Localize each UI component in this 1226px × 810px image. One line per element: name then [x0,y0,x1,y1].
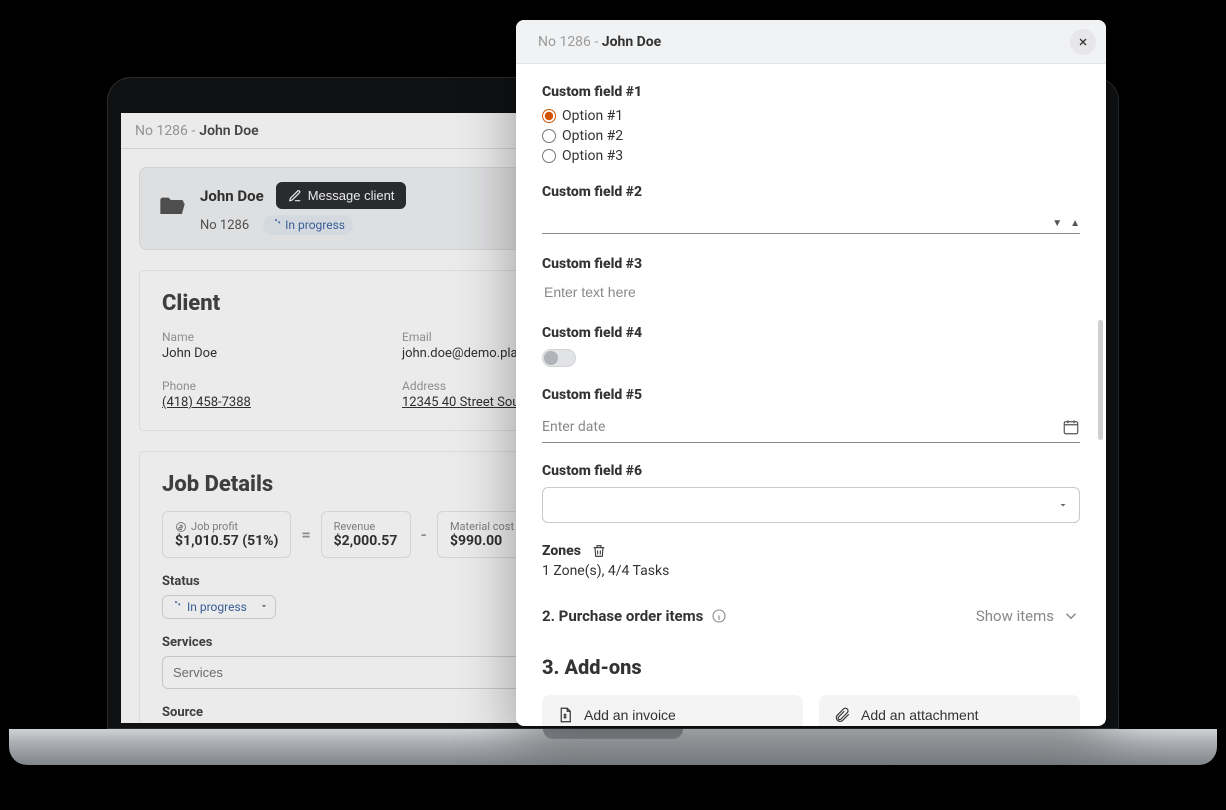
chevron-down-icon [1057,499,1069,511]
custom-field-2: Custom field #2 ▼ ▲ [542,184,1080,234]
stepper-down-icon[interactable]: ▼ [1052,218,1062,229]
zones-summary: 1 Zone(s), 4/4 Tasks [542,563,1080,579]
add-attachment-label: Add an attachment [861,707,979,723]
po-label: 2. Purchase order items [542,607,703,625]
cf1-option-1-label: Option #1 [562,108,623,124]
cf1-option-3-label: Option #3 [562,148,623,164]
calendar-icon [1062,418,1080,436]
add-invoice-label: Add an invoice [584,707,676,723]
cf1-radio-3[interactable] [542,149,556,163]
attachment-icon [833,706,851,724]
cf4-toggle[interactable] [542,349,576,367]
custom-field-5: Custom field #5 Enter date [542,387,1080,443]
panel-title-name: John Doe [602,34,661,50]
cf5-date-input[interactable]: Enter date [542,411,1080,443]
zones-label: Zones [542,543,581,559]
zones-header: Zones [542,543,1080,559]
close-panel-button[interactable] [1070,29,1096,55]
cf2-label: Custom field #2 [542,184,1080,200]
cf6-label: Custom field #6 [542,463,1080,479]
add-attachment-button[interactable]: Add an attachment [819,695,1080,726]
cf2-input[interactable]: ▼ ▲ [542,208,1080,234]
cf1-radio-2[interactable] [542,129,556,143]
panel-header: No 1286 - John Doe [516,20,1106,64]
cf1-radio-1[interactable] [542,109,556,123]
panel-title-prefix: No 1286 - [538,34,598,50]
custom-field-4: Custom field #4 [542,325,1080,367]
show-items-label: Show items [976,607,1054,625]
job-detail-panel: No 1286 - John Doe Custom field #1 Optio… [516,20,1106,726]
chevron-down-icon [1062,607,1080,625]
cf1-option-2-label: Option #2 [562,128,623,144]
cf3-input[interactable] [542,280,1080,305]
custom-field-6: Custom field #6 [542,463,1080,523]
cf1-option-2[interactable]: Option #2 [542,128,1080,144]
cf5-placeholder: Enter date [542,419,605,435]
info-icon[interactable] [711,608,727,624]
cf1-option-1[interactable]: Option #1 [542,108,1080,124]
cf1-option-3[interactable]: Option #3 [542,148,1080,164]
scrollbar-thumb[interactable] [1098,320,1103,440]
trash-icon[interactable] [591,543,607,559]
cf4-label: Custom field #4 [542,325,1080,341]
close-icon [1077,36,1089,48]
stepper-up-icon[interactable]: ▲ [1070,218,1080,229]
custom-field-3: Custom field #3 [542,256,1080,305]
show-items-toggle[interactable]: Show items [976,607,1080,625]
cf3-label: Custom field #3 [542,256,1080,272]
invoice-icon [556,706,574,724]
cf6-dropdown[interactable] [542,487,1080,523]
add-invoice-button[interactable]: Add an invoice [542,695,803,726]
addons-title: 3. Add-ons [542,655,1080,679]
cf5-label: Custom field #5 [542,387,1080,403]
custom-field-1: Custom field #1 Option #1 Option #2 Opti… [542,84,1080,164]
cf1-label: Custom field #1 [542,84,1080,100]
laptop-notch [543,729,683,739]
purchase-order-section: 2. Purchase order items Show items [542,607,1080,625]
